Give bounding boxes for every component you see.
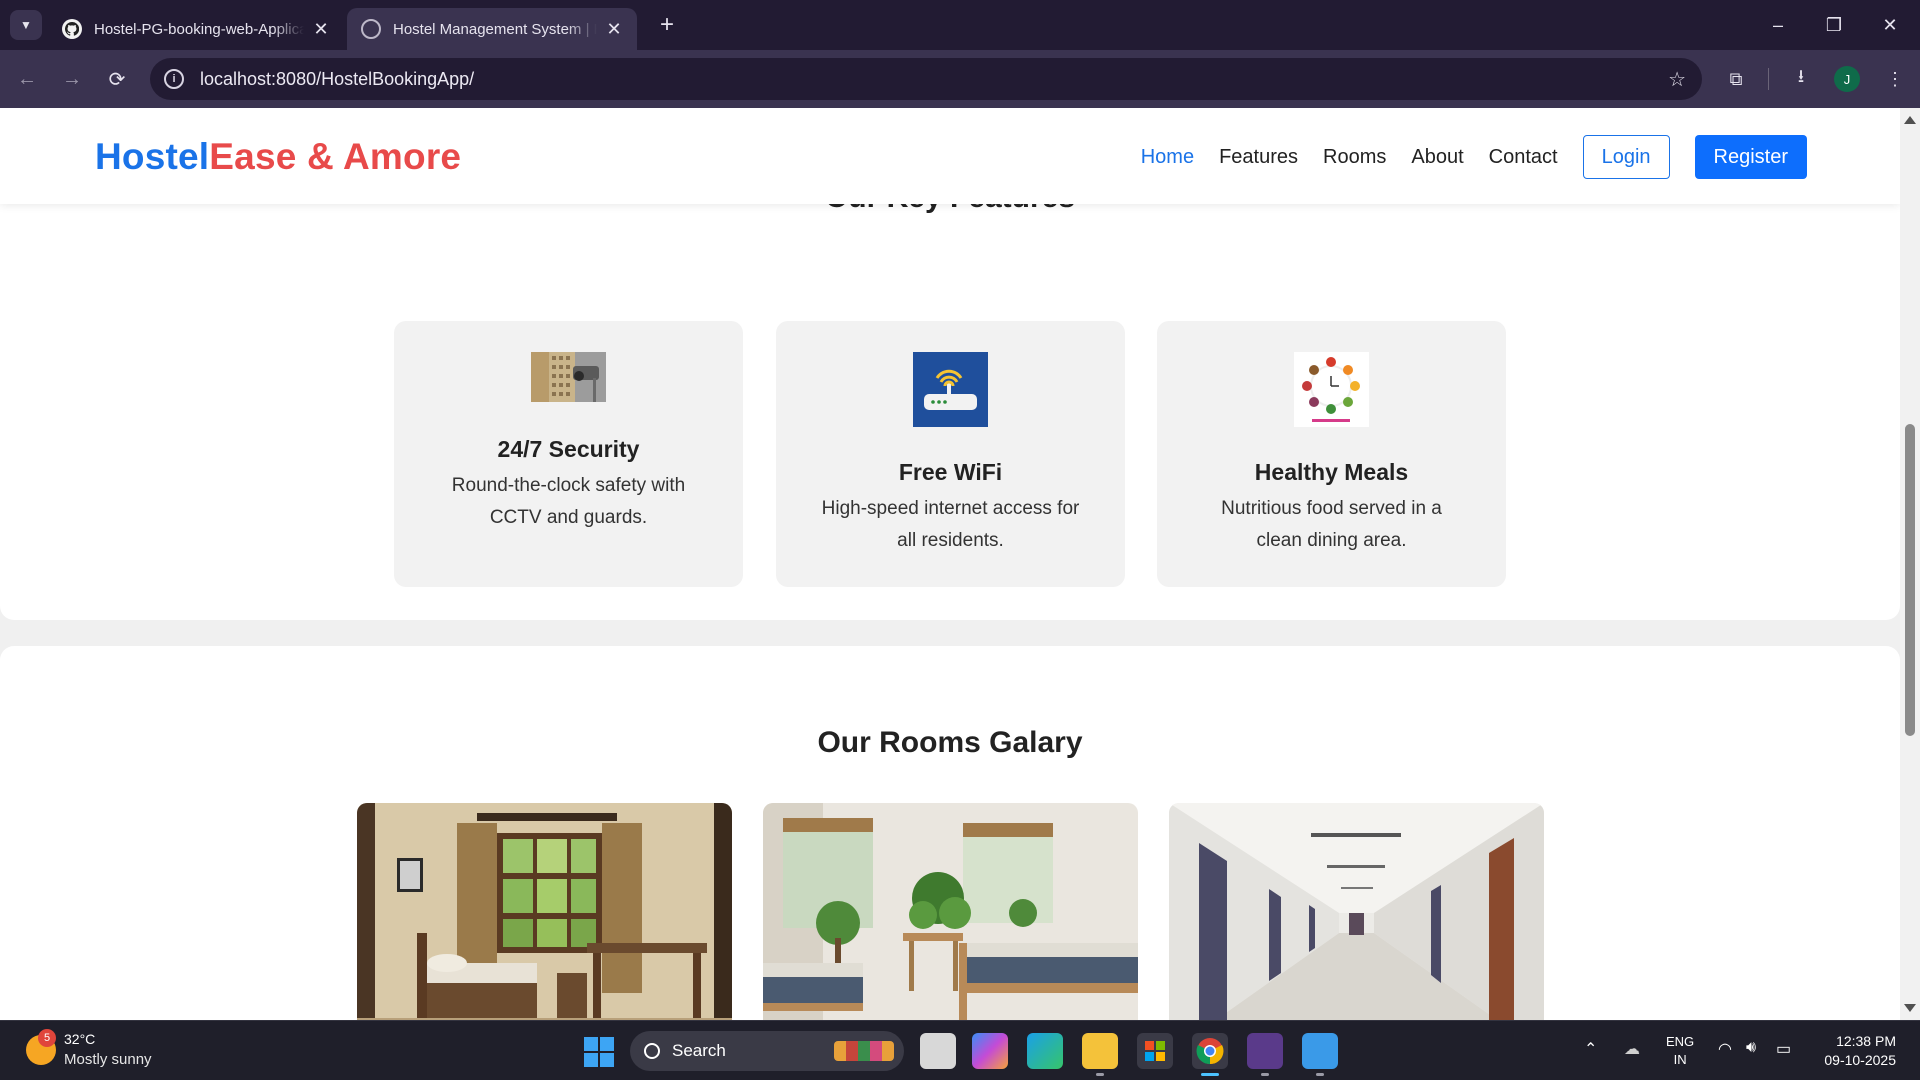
close-window-button[interactable]: ✕ [1862,0,1918,50]
feature-description: Nutritious food served in a clean dining… [1221,498,1442,551]
feature-title: 24/7 Security [497,436,640,462]
search-icon [644,1043,660,1059]
feature-card-meals: Healthy Meals Nutritious food served in … [1157,321,1506,587]
volume-icon[interactable]: 🔊︎ [1746,1039,1756,1057]
site-header: HostelEase & Amore Home Features Rooms A… [0,108,1900,204]
running-indicator [1261,1073,1269,1076]
nav-features[interactable]: Features [1219,146,1298,169]
chevron-up-icon[interactable]: ⌃ [1584,1039,1597,1059]
scroll-up-arrow-icon[interactable] [1904,116,1916,124]
page-viewport: Our Key Features [0,108,1900,1020]
download-icon[interactable]: ⭳ [1786,64,1816,94]
chrome-icon[interactable] [1192,1033,1228,1069]
weather-temperature[interactable]: 32°C [64,1031,95,1047]
restore-button[interactable]: ❐ [1806,0,1862,50]
login-button[interactable]: Login [1582,135,1670,179]
system-clock[interactable]: 12:38 PM 09-10-2025 [1816,1032,1896,1070]
windows-taskbar: 5 32°C Mostly sunny Search ⌃ ☁ ENG IN ◠ … [0,1020,1920,1080]
logo-part-ease-amore: Ease & Amore [209,136,462,177]
forward-arrow-icon[interactable]: → [57,64,87,94]
wifi-router-icon [913,352,988,427]
nav-rooms[interactable]: Rooms [1323,146,1386,169]
globe-icon [361,19,381,39]
close-tab-icon[interactable]: ✕ [312,19,330,40]
clock-time: 12:38 PM [1836,1033,1896,1049]
taskbar-search[interactable]: Search [630,1031,904,1071]
nav-about[interactable]: About [1411,146,1463,169]
browser-toolbar: ← → ⟳ i localhost:8080/HostelBookingApp/… [0,50,1920,108]
running-indicator [1316,1073,1324,1076]
weather-description[interactable]: Mostly sunny [64,1051,152,1068]
profile-avatar[interactable]: J [1834,66,1860,92]
scrollbar-thumb[interactable] [1905,424,1915,736]
browser-tab-hostel[interactable]: Hostel Management System | HostelEase ✕ [347,8,637,50]
bookmark-star-icon[interactable]: ☆ [1668,67,1686,92]
language-code: ENG [1666,1034,1695,1049]
weather-badge: 5 [38,1029,56,1047]
url-text[interactable]: localhost:8080/HostelBookingApp/ [200,69,474,90]
close-tab-icon[interactable]: ✕ [605,19,623,40]
wifi-icon[interactable]: ◠ [1718,1039,1732,1059]
single-room-photo [357,803,732,1020]
main-nav: Home Features Rooms About Contact Login … [1116,135,1807,179]
new-tab-button[interactable]: + [652,10,682,40]
feature-title: Free WiFi [898,459,1003,485]
feature-card-wifi: Free WiFi High-speed internet access for… [776,321,1125,587]
copilot-icon[interactable] [972,1033,1008,1069]
feature-description: High-speed internet access for all resid… [821,498,1080,551]
logo-part-hostel: Hostel [95,136,210,177]
browser-tab-strip: ▼ Hostel-PG-booking-web-Application ✕ Ho… [0,0,1920,50]
minimize-button[interactable]: – [1750,0,1806,50]
nav-contact[interactable]: Contact [1489,146,1558,169]
cctv-camera-icon [531,352,606,402]
healthy-food-clock-icon [1294,352,1369,427]
rooms-title: Our Rooms Galary [817,726,1083,759]
eclipse-ide-icon[interactable] [1247,1033,1283,1069]
running-indicator [1096,1073,1104,1076]
feature-title: Healthy Meals [1254,459,1409,485]
search-highlight-icon [834,1041,894,1061]
nav-home[interactable]: Home [1141,146,1194,169]
browser-tab-github[interactable]: Hostel-PG-booking-web-Application ✕ [48,8,344,50]
language-region: IN [1673,1052,1687,1067]
toolbar-divider [1768,68,1769,90]
cloud-offline-icon[interactable]: ☁ [1624,1039,1640,1059]
site-logo[interactable]: HostelEase & Amore [95,136,461,178]
active-indicator [1201,1073,1219,1076]
tab-title: Hostel-PG-booking-web-Application [94,20,304,38]
feature-description: Round-the-clock safety with CCTV and gua… [451,475,686,528]
github-icon [62,19,82,39]
address-bar[interactable]: i localhost:8080/HostelBookingApp/ ☆ [150,58,1702,100]
clock-date: 09-10-2025 [1824,1052,1896,1068]
battery-icon[interactable]: ▭ [1776,1039,1791,1059]
register-button[interactable]: Register [1694,135,1807,179]
task-view-icon[interactable] [920,1033,956,1069]
notepad-icon[interactable] [1302,1033,1338,1069]
tab-search-button[interactable]: ▼ [10,10,42,40]
reload-icon[interactable]: ⟳ [102,64,132,94]
shared-room-photo [763,803,1138,1020]
file-explorer-icon[interactable] [1082,1033,1118,1069]
page-scrollbar[interactable] [1900,108,1920,1020]
menu-kebab-icon[interactable]: ⋮ [1880,64,1910,94]
edge-icon[interactable] [1027,1033,1063,1069]
language-indicator[interactable]: ENG IN [1666,1033,1694,1069]
tab-title: Hostel Management System | HostelEase [393,20,597,38]
windows-start-icon[interactable] [584,1037,614,1067]
corridor-photo [1169,803,1544,1020]
search-label: Search [672,1041,726,1060]
rooms-section: Our Rooms Galary [0,646,1900,1020]
microsoft-store-icon[interactable] [1137,1033,1173,1069]
site-info-icon[interactable]: i [164,69,184,89]
feature-card-security: 24/7 Security Round-the-clock safety wit… [394,321,743,587]
back-arrow-icon[interactable]: ← [12,64,42,94]
extensions-icon[interactable]: ⧉ [1721,64,1751,94]
scroll-down-arrow-icon[interactable] [1904,1004,1916,1012]
